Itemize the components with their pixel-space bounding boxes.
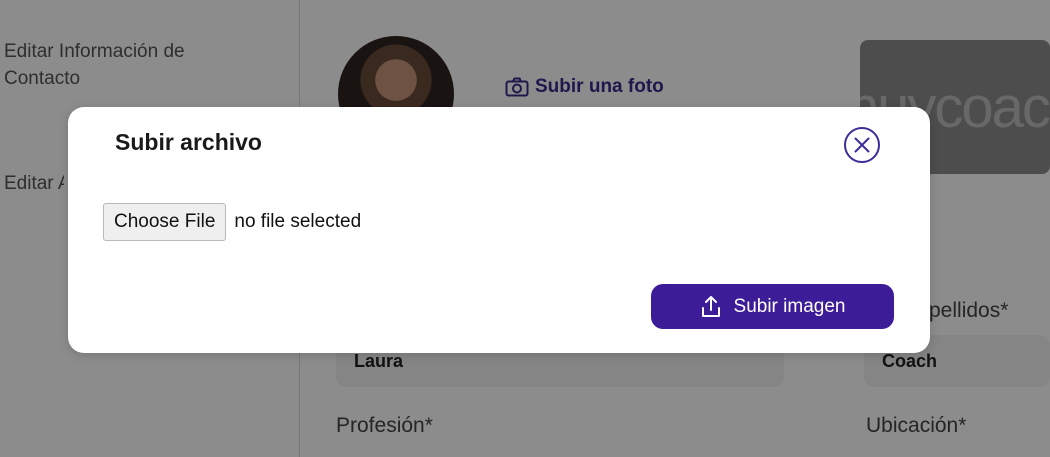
dialog-title: Subir archivo xyxy=(115,129,262,155)
file-input[interactable]: Choose File no file selected xyxy=(103,203,361,241)
upload-image-button[interactable]: Subir imagen xyxy=(651,284,894,329)
file-status-text: no file selected xyxy=(234,211,362,232)
upload-file-dialog: Subir archivo Choose File no file select… xyxy=(68,107,930,353)
close-circle-icon[interactable] xyxy=(843,126,881,164)
choose-file-button[interactable]: Choose File xyxy=(103,203,227,241)
upload-image-label: Subir imagen xyxy=(733,295,846,317)
upload-icon xyxy=(701,295,720,317)
